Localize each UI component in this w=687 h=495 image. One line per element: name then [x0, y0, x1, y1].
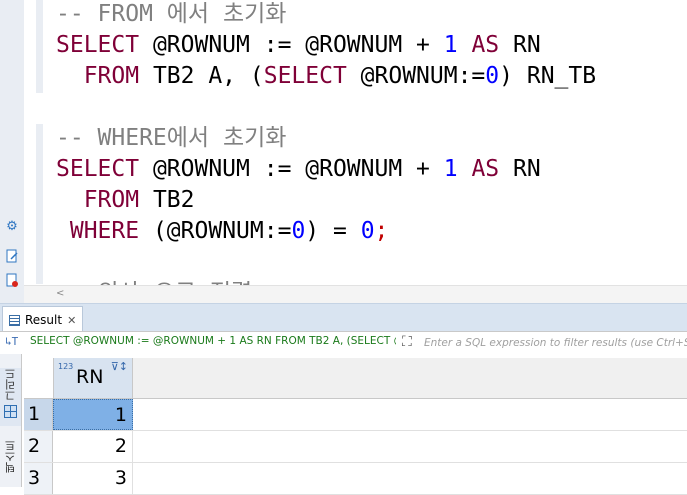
- tab-result-label: Result: [25, 313, 63, 327]
- cell-rn[interactable]: 2: [53, 431, 133, 462]
- view-mode-tabs: 그리드 텍스트: [0, 354, 22, 487]
- sql-number: 0: [485, 63, 500, 89]
- editor-gutter: ⚙: [0, 0, 24, 303]
- close-icon[interactable]: ✕: [67, 314, 76, 327]
- sql-token: TB2: [139, 187, 195, 213]
- tab-result[interactable]: Result ✕: [2, 306, 84, 333]
- sql-keyword: SELECT: [56, 32, 140, 58]
- code-line[interactable]: FROM TB2 A, (SELECT @ROWNUM:=0) RN_TB: [56, 61, 596, 92]
- sql-token: @ROWNUM := @ROWNUM +: [139, 32, 444, 58]
- cell-rn[interactable]: 1: [53, 399, 133, 430]
- sql-editor[interactable]: ⚙ -- FROM 에서 초기화 SELECT @ROWNUM := @ROWNU…: [0, 0, 687, 303]
- tab-text[interactable]: 텍스트: [0, 440, 21, 487]
- code-line[interactable]: WHERE (@ROWNUM:=0) = 0;: [56, 216, 389, 247]
- sql-token: ) =: [305, 218, 361, 244]
- code-line[interactable]: -- WHERE에서 초기화: [56, 123, 286, 154]
- tab-text-label: 텍스트: [3, 440, 17, 473]
- sql-token: RN: [499, 32, 541, 58]
- table-row[interactable]: 3 3: [24, 463, 687, 495]
- filter-bar: ↳T SELECT @ROWNUM := @ROWNUM + 1 AS RN F…: [0, 331, 687, 355]
- sql-number: 1: [443, 156, 458, 182]
- sql-token: @ROWNUM := @ROWNUM +: [139, 156, 444, 182]
- table-row[interactable]: 1 1: [24, 399, 687, 431]
- horizontal-scrollbar[interactable]: <: [24, 285, 687, 303]
- numeric-type-icon: 123: [58, 362, 74, 371]
- table-row[interactable]: 2 2: [24, 431, 687, 463]
- sql-keyword: AS: [471, 32, 500, 58]
- tab-grid-label: 그리드: [3, 368, 17, 401]
- cell-rn[interactable]: 3: [53, 463, 133, 494]
- row-number[interactable]: 1: [24, 399, 53, 430]
- row-number[interactable]: 3: [24, 463, 53, 494]
- table-icon: [9, 314, 20, 326]
- sql-token: @ROWNUM:=: [346, 63, 486, 89]
- sql-token: ;: [374, 218, 389, 244]
- sql-token: TB2 A, (: [139, 63, 264, 89]
- corner-cell[interactable]: [24, 358, 53, 398]
- sql-keyword: SELECT: [56, 156, 140, 182]
- row-number[interactable]: 2: [24, 431, 53, 462]
- executed-query-text: SELECT @ROWNUM := @ROWNUM + 1 AS RN FROM…: [30, 335, 396, 347]
- gear-icon[interactable]: ⚙: [4, 219, 20, 235]
- sql-keyword: FROM: [83, 187, 140, 213]
- sql-keyword: FROM: [83, 63, 140, 89]
- sql-number: 0: [360, 218, 375, 244]
- code-line[interactable]: SELECT @ROWNUM := @ROWNUM + 1 AS RN: [56, 154, 541, 185]
- sql-number: 0: [291, 218, 306, 244]
- results-panel: 그리드 텍스트 123 RN ⊽↕ 1 1 2 2 3 3: [0, 354, 687, 495]
- column-header-rn[interactable]: 123 RN ⊽↕: [53, 358, 133, 398]
- sql-token: ) RN_TB: [499, 63, 597, 89]
- sql-query-icon: ↳T: [5, 335, 19, 348]
- grid-header: 123 RN ⊽↕: [24, 358, 687, 399]
- sql-keyword: AS: [471, 156, 500, 182]
- sql-comment: -- WHERE에서 초기화: [56, 125, 287, 151]
- sql-comment: -- FROM 에서 초기화: [56, 1, 287, 27]
- edit-icon[interactable]: [4, 249, 20, 265]
- expand-icon[interactable]: ⛶: [402, 334, 412, 350]
- grid-icon: [4, 405, 17, 418]
- sql-keyword: SELECT: [263, 63, 347, 89]
- sql-token: (@ROWNUM:=: [139, 218, 292, 244]
- tab-grid[interactable]: 그리드: [0, 368, 21, 426]
- result-tab-bar: Result ✕: [0, 303, 687, 333]
- filter-sort-icon[interactable]: ⊽↕: [111, 361, 128, 373]
- scroll-left-icon[interactable]: <: [56, 286, 64, 302]
- sql-keyword: WHERE: [69, 218, 140, 244]
- fold-marker: [36, 0, 43, 93]
- filter-input[interactable]: [424, 333, 687, 352]
- column-name: RN: [76, 366, 104, 388]
- code-line[interactable]: FROM TB2: [56, 185, 195, 216]
- code-line[interactable]: SELECT @ROWNUM := @ROWNUM + 1 AS RN: [56, 30, 541, 61]
- sql-number: 1: [443, 32, 458, 58]
- code-line[interactable]: -- FROM 에서 초기화: [56, 0, 286, 30]
- sql-token: RN: [499, 156, 541, 182]
- file-error-icon[interactable]: [4, 273, 20, 289]
- fold-marker: [36, 124, 43, 284]
